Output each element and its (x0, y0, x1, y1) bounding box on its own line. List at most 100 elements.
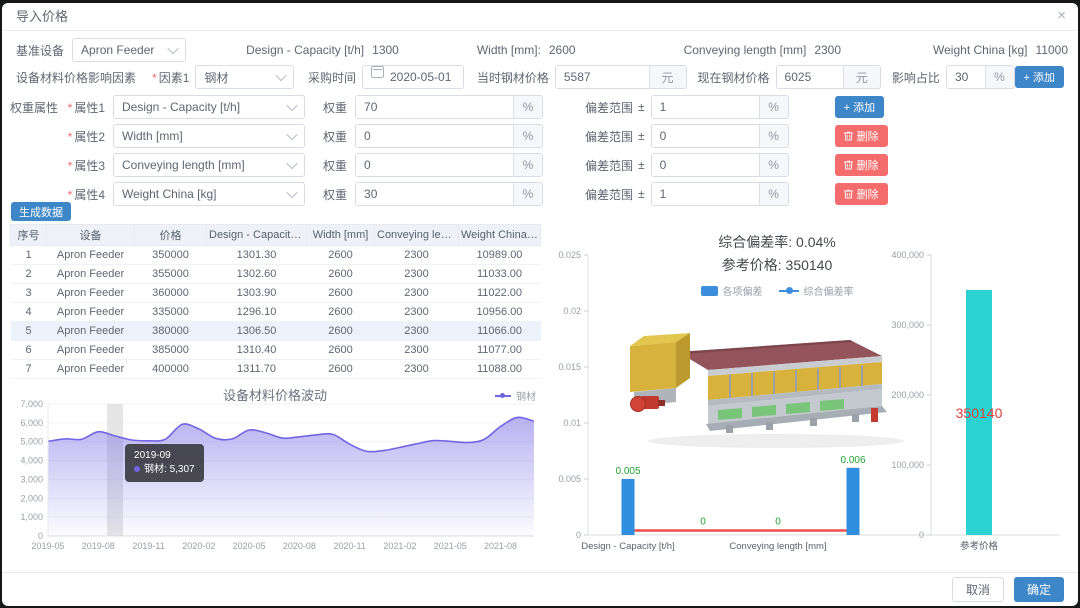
base-equipment-row: 基准设备 Apron Feeder Design - Capacity [t/h… (16, 38, 1068, 62)
import-price-dialog: 导入价格 × 基准设备 Apron Feeder Design - Capaci… (2, 3, 1078, 606)
attr-select[interactable]: Design - Capacity [t/h] (113, 95, 305, 119)
attr-label: * 属性4 (67, 187, 105, 202)
table-cell: 11022.00 (458, 283, 541, 303)
factor1-value: 钢材 (204, 70, 229, 85)
x-tick-label: 2021-08 (484, 541, 517, 551)
base-equipment-select[interactable]: Apron Feeder (72, 38, 187, 62)
table-cell: 7 (10, 359, 47, 379)
required-mark: * (67, 100, 73, 115)
table-cell: Apron Feeder (46, 340, 135, 360)
table-row[interactable]: 1 Apron Feeder 350000 1301.30 2600 2300 10989.… (10, 245, 541, 265)
deviation-field[interactable] (651, 125, 759, 147)
column-header: Design - Capacity... (206, 224, 307, 246)
column-header: Weight China [kg] (458, 224, 541, 246)
y-tick-label: 4,000 (20, 456, 43, 466)
past-price-field[interactable] (555, 66, 649, 88)
delete-label: 删除 (856, 189, 879, 201)
weight-input[interactable]: % (355, 95, 544, 119)
weight-input[interactable]: % (355, 153, 544, 177)
chevron-down-icon (167, 42, 179, 55)
deviation-input[interactable]: % (650, 95, 789, 119)
chevron-down-icon (286, 128, 298, 141)
x-tick-label: Design - Capacity [t/h] (581, 541, 674, 552)
table-cell: 10989.00 (458, 245, 541, 265)
attr-select[interactable]: Weight China [kg] (113, 182, 305, 206)
deviation-field[interactable] (651, 183, 759, 205)
close-icon[interactable]: × (1057, 7, 1066, 25)
weight-field[interactable] (356, 154, 514, 176)
table-cell: 1301.30 (206, 245, 307, 265)
spec-width: Width [mm]: 2600 (477, 43, 576, 57)
attr-select[interactable]: Width [mm] (113, 124, 305, 148)
x-tick-label: Conveying length [mm] (729, 541, 826, 552)
table-row[interactable]: 2 Apron Feeder 355000 1302.60 2600 2300 11033.… (10, 264, 541, 284)
factor-add-button[interactable]: + 添加 (1014, 66, 1064, 88)
factor1-select[interactable]: 钢材 (195, 65, 294, 89)
deviation-field[interactable] (651, 154, 759, 176)
dialog-footer: 取消 确定 (2, 572, 1078, 606)
table-cell: 4 (10, 302, 47, 322)
table-cell: 335000 (134, 302, 207, 322)
table-row[interactable]: 4 Apron Feeder 335000 1296.10 2600 2300 10956.… (10, 302, 541, 322)
table-cell: 1311.70 (206, 359, 307, 379)
deviation-label: 偏差范围 (585, 158, 634, 173)
y-tick-label: 6,000 (20, 418, 43, 428)
y-tick-label: 7,000 (20, 399, 43, 409)
weight-delete-button[interactable]: 删除 (834, 125, 888, 147)
percent-unit: % (513, 125, 543, 147)
table-cell: 2 (10, 264, 47, 284)
generate-data-button[interactable]: 生成数据 (11, 202, 71, 221)
purchase-time-input[interactable] (361, 65, 464, 89)
table-cell: 380000 (134, 321, 207, 341)
chevron-down-icon (286, 157, 298, 170)
x-tick-label: 2019-05 (31, 541, 64, 551)
weight-add-button[interactable]: + 添加 (834, 96, 885, 118)
current-price-input[interactable]: 元 (775, 65, 881, 89)
table-cell: 2300 (374, 321, 459, 341)
current-price-label: 现在钢材价格 (697, 70, 770, 85)
cancel-button[interactable]: 取消 (951, 577, 1004, 602)
percent-unit: % (984, 66, 1014, 88)
deviation-bar (846, 467, 860, 535)
past-price-input[interactable]: 元 (554, 65, 687, 89)
deviation-field[interactable] (651, 96, 759, 118)
plus-minus-label: ± (638, 158, 645, 172)
line-chart-canvas: 0 1,000 2,000 3,000 4,000 5,000 6,000 7,000 2019… (20, 399, 535, 551)
y-tick-label: 1,000 (20, 512, 43, 522)
weight-label: 权重 (323, 100, 348, 115)
past-price-label: 当时钢材价格 (476, 70, 549, 85)
confirm-button[interactable]: 确定 (1013, 577, 1064, 602)
ratio-field[interactable] (946, 66, 985, 88)
weight-delete-button[interactable]: 删除 (834, 183, 888, 205)
column-header: 设备 (46, 224, 135, 246)
weight-field[interactable] (356, 96, 514, 118)
weight-input[interactable]: % (355, 124, 544, 148)
percent-unit: % (513, 96, 543, 118)
current-price-field[interactable] (776, 66, 843, 88)
weight-input[interactable]: % (355, 182, 544, 206)
table-cell: Apron Feeder (46, 264, 135, 284)
weight-delete-button[interactable]: 删除 (834, 154, 888, 176)
table-row[interactable]: 3 Apron Feeder 360000 1303.90 2600 2300 11022.… (10, 283, 541, 303)
table-row[interactable]: 7 Apron Feeder 400000 1311.70 2600 2300 11088.… (10, 359, 541, 379)
x-tick-label: 2021-02 (383, 541, 416, 551)
weight-field[interactable] (356, 125, 514, 147)
spec-value: 2600 (548, 43, 576, 57)
purchase-time-field[interactable] (389, 66, 463, 88)
plus-minus-label: ± (638, 129, 645, 143)
weight-field[interactable] (356, 183, 514, 205)
deviation-input[interactable]: % (650, 153, 789, 177)
x-tick-label: 2020-11 (333, 541, 365, 551)
table-cell: 11077.00 (458, 340, 541, 360)
ratio-input[interactable]: % (945, 65, 1015, 89)
deviation-input[interactable]: % (650, 182, 789, 206)
percent-unit: % (758, 183, 788, 205)
deviation-input[interactable]: % (650, 124, 789, 148)
y-tick-label: 0.015 (558, 362, 581, 372)
attr-select[interactable]: Conveying length [mm] (113, 153, 305, 177)
table-row[interactable]: 6 Apron Feeder 385000 1310.40 2600 2300 11077.… (10, 340, 541, 360)
y-tick-label: 0 (38, 531, 43, 541)
delete-label: 删除 (856, 160, 879, 172)
attr-value: Conveying length [mm] (122, 158, 245, 172)
table-row[interactable]: 5 Apron Feeder 380000 1306.50 2600 2300 11066.… (10, 321, 541, 341)
